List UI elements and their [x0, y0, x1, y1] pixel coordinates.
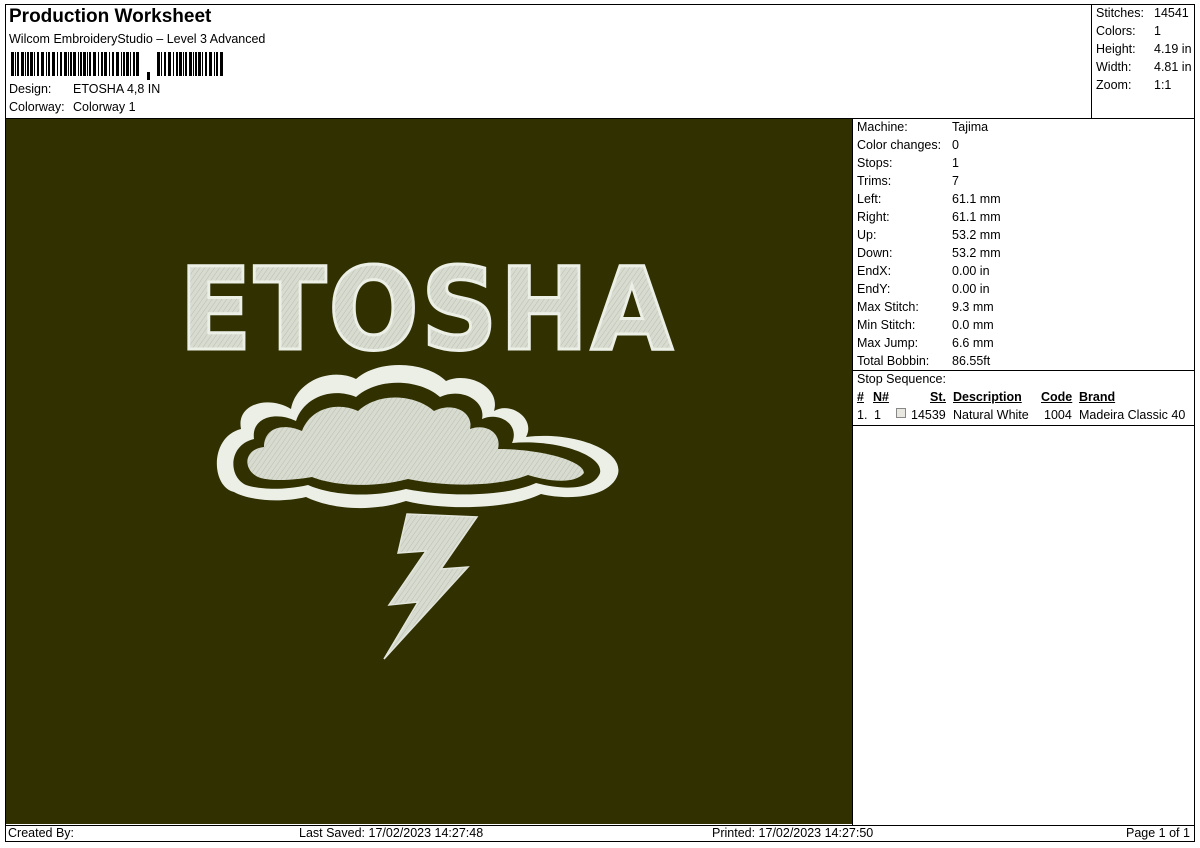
info-label: EndX: — [857, 264, 892, 278]
info-label: Trims: — [857, 174, 892, 188]
zoom-label: Zoom: — [1096, 78, 1132, 92]
info-row-color-changes: Color changes: 0 — [857, 138, 959, 152]
row-index: 1. — [857, 408, 868, 422]
zoom-row: Zoom: 1:1 — [1096, 78, 1171, 92]
cloud-icon — [216, 364, 619, 509]
info-value: 61.1 mm — [952, 192, 1001, 206]
thread-color-swatch — [896, 408, 906, 418]
colorway-label: Colorway: — [9, 100, 65, 114]
software-subtitle: Wilcom EmbroideryStudio – Level 3 Advanc… — [9, 32, 266, 46]
footer-divider — [5, 825, 1195, 826]
info-label: Max Jump: — [857, 336, 919, 350]
design-row: Design: ETOSHA 4,8 IN — [9, 82, 160, 96]
colorway-value: Colorway 1 — [73, 100, 136, 114]
created-by: Created By: — [8, 826, 75, 840]
info-label: Max Stitch: — [857, 300, 919, 314]
width-label: Width: — [1096, 60, 1132, 74]
info-label: Right: — [857, 210, 890, 224]
info-value: 86.55ft — [952, 354, 991, 368]
colors-value: 1 — [1154, 24, 1161, 38]
stop-sequence-label: Stop Sequence: — [857, 372, 946, 386]
row-brand: Madeira Classic 40 — [1079, 408, 1186, 422]
stitches-value: 14541 — [1154, 6, 1189, 20]
info-row-left: Left: 61.1 mm — [857, 192, 1001, 206]
info-value: 0.0 mm — [952, 318, 994, 332]
stitches-label: Stitches: — [1096, 6, 1144, 20]
height-value: 4.19 in — [1154, 42, 1192, 56]
info-label: Stops: — [857, 156, 893, 170]
info-divider — [853, 370, 1195, 371]
last-saved: Last Saved: 17/02/2023 14:27:48 — [299, 826, 484, 840]
info-value: 61.1 mm — [952, 210, 1001, 224]
info-value: 0.00 in — [952, 282, 990, 296]
info-row-max-stitch: Max Stitch: 9.3 mm — [857, 300, 994, 314]
info-value: 7 — [952, 174, 959, 188]
height-label: Height: — [1096, 42, 1136, 56]
page-number: Page 1 of 1 — [1126, 826, 1190, 840]
barcode-icon — [11, 52, 223, 80]
info-row-stops: Stops: 1 — [857, 156, 959, 170]
info-value: Tajima — [952, 120, 989, 134]
design-text: ETOSHA — [179, 243, 675, 376]
zoom-value: 1:1 — [1154, 78, 1172, 92]
col-brand: Brand — [1079, 390, 1116, 404]
colorway-row: Colorway: Colorway 1 — [9, 100, 136, 114]
info-value: 0.00 in — [952, 264, 990, 278]
info-label: Total Bobbin: — [857, 354, 930, 368]
info-label: Left: — [857, 192, 882, 206]
worksheet-header: Production Worksheet Wilcom EmbroiderySt… — [5, 4, 1091, 118]
info-label: Up: — [857, 228, 877, 242]
info-row-down: Down: 53.2 mm — [857, 246, 1001, 260]
info-row-max-jump: Max Jump: 6.6 mm — [857, 336, 994, 350]
row-needle: 1 — [874, 408, 881, 422]
embroidery-design: ETOSHA — [178, 242, 675, 660]
info-row-right: Right: 61.1 mm — [857, 210, 1001, 224]
info-value: 53.2 mm — [952, 246, 1001, 260]
col-code: Code — [1041, 390, 1073, 404]
row-stitches: 14539 — [911, 408, 946, 422]
design-value: ETOSHA 4,8 IN — [73, 82, 161, 96]
info-label: Min Stitch: — [857, 318, 916, 332]
info-label: EndY: — [857, 282, 891, 296]
info-value: 9.3 mm — [952, 300, 994, 314]
col-description: Description — [953, 390, 1022, 404]
table-divider — [853, 425, 1195, 426]
info-row-machine: Machine: Tajima — [857, 120, 988, 134]
page-title: Production Worksheet — [9, 6, 212, 27]
info-value: 0 — [952, 138, 959, 152]
row-code: 1004 — [1044, 408, 1072, 422]
row-description: Natural White — [953, 408, 1029, 422]
colors-label: Colors: — [1096, 24, 1136, 38]
info-row-total-bobbin: Total Bobbin: 86.55ft — [857, 354, 990, 368]
info-label: Color changes: — [857, 138, 942, 152]
col-stitches: St. — [930, 390, 946, 404]
info-value: 53.2 mm — [952, 228, 1001, 242]
info-label: Down: — [857, 246, 893, 260]
info-row-min-stitch: Min Stitch: 0.0 mm — [857, 318, 994, 332]
lightning-bolt-icon — [383, 513, 479, 660]
printed-date: Printed: 17/02/2023 14:27:50 — [712, 826, 874, 840]
info-row-endx: EndX: 0.00 in — [857, 264, 990, 278]
info-row-endy: EndY: 0.00 in — [857, 282, 990, 296]
info-label: Machine: — [857, 120, 908, 134]
info-value: 1 — [952, 156, 959, 170]
width-value: 4.81 in — [1154, 60, 1192, 74]
colors-row: Colors: 1 — [1096, 24, 1161, 38]
info-row-up: Up: 53.2 mm — [857, 228, 1001, 242]
design-label: Design: — [9, 82, 52, 96]
panel-divider — [852, 118, 853, 825]
info-row-trims: Trims: 7 — [857, 174, 959, 188]
width-row: Width: 4.81 in — [1096, 60, 1192, 74]
col-needle: N# — [873, 390, 889, 404]
height-row: Height: 4.19 in — [1096, 42, 1192, 56]
col-index: # — [857, 390, 864, 404]
summary-box: Stitches: 14541 Colors: 1 Height: 4.19 in W… — [1091, 4, 1195, 118]
info-value: 6.6 mm — [952, 336, 994, 350]
stitches-row: Stitches: 14541 — [1096, 6, 1189, 20]
design-preview: ETOSHA — [6, 119, 852, 824]
